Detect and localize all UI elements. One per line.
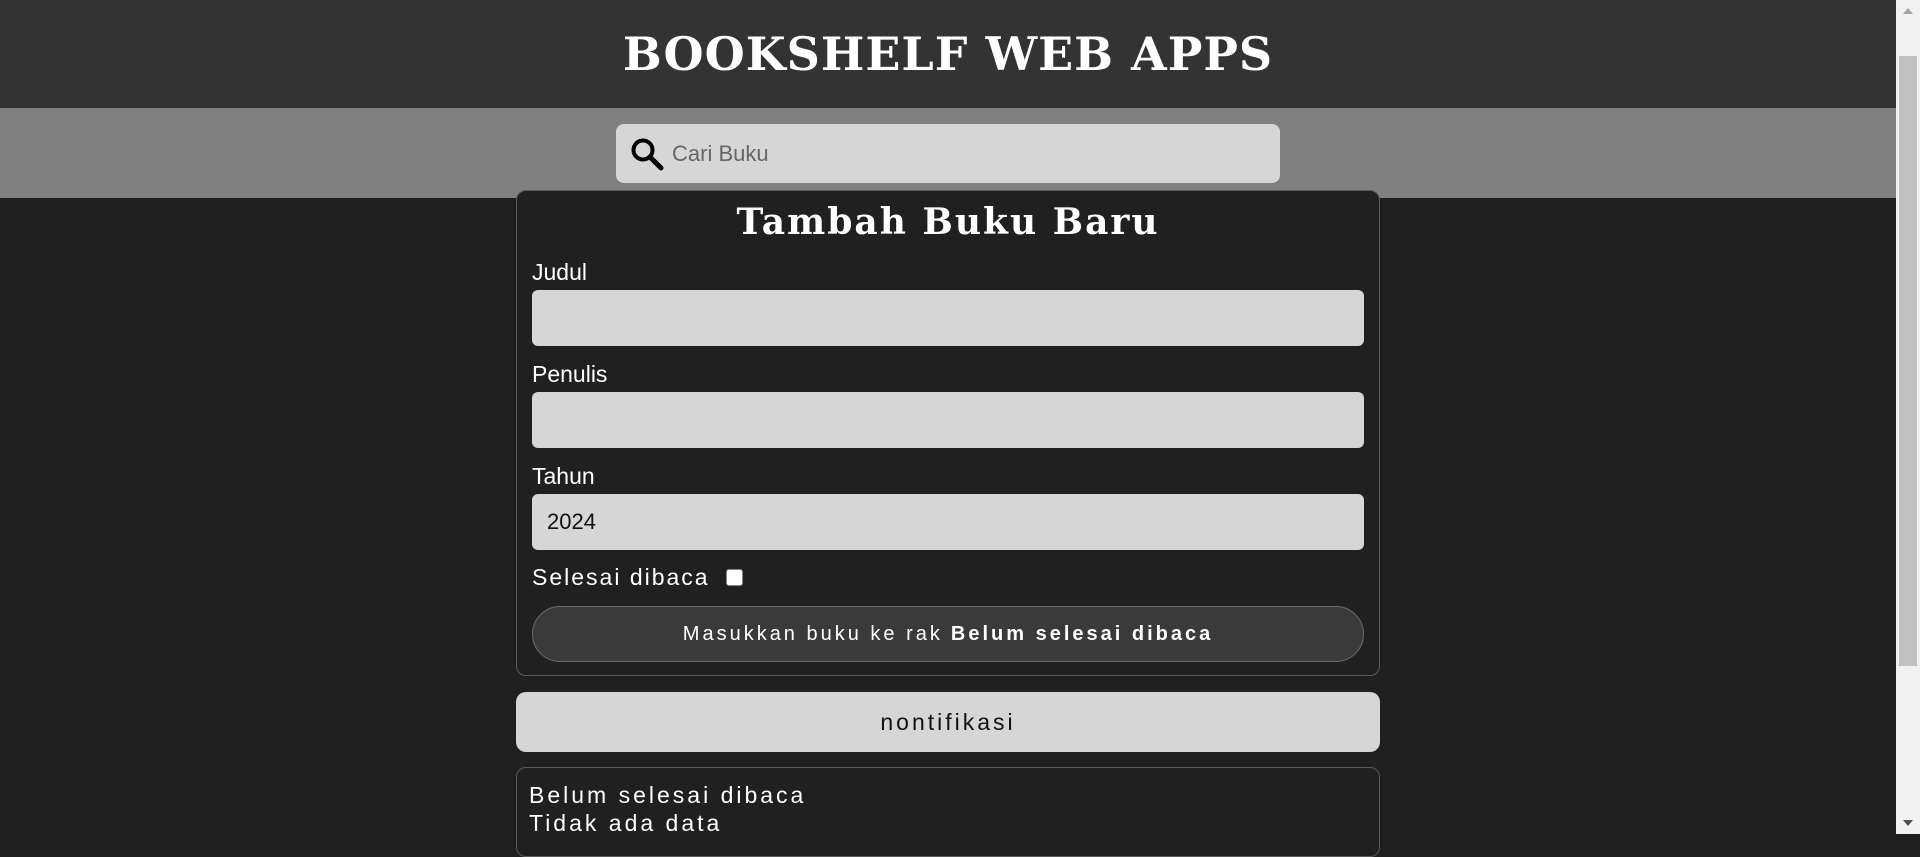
notification-label: nontifikasi (880, 708, 1016, 735)
shelf-empty-message: Tidak ada data (529, 810, 723, 836)
search-bar (0, 108, 1896, 198)
add-book-form: Tambah Buku Baru Judul Penulis Tahun Sel… (516, 190, 1380, 676)
submit-book-button[interactable]: Masukkan buku ke rak Belum selesai dibac… (532, 606, 1364, 662)
app-title: BOOKSHELF WEB APPS (622, 27, 1274, 81)
penulis-input[interactable] (532, 392, 1364, 448)
scrollbar-thumb[interactable] (1899, 56, 1917, 666)
selesai-dibaca-label: Selesai dibaca (532, 564, 710, 590)
app-header: BOOKSHELF WEB APPS (0, 0, 1896, 108)
page-scrollbar[interactable] (1896, 0, 1920, 834)
form-title: Tambah Buku Baru (736, 201, 1160, 243)
penulis-label: Penulis (532, 361, 608, 387)
selesai-dibaca-checkbox[interactable] (725, 569, 743, 586)
scroll-down-arrow-icon[interactable] (1896, 812, 1920, 834)
tahun-label: Tahun (532, 463, 595, 489)
judul-label: Judul (532, 259, 587, 285)
judul-input[interactable] (532, 290, 1364, 346)
tahun-input[interactable] (532, 494, 1364, 550)
notification-button[interactable]: nontifikasi (516, 692, 1380, 752)
search-box[interactable] (616, 124, 1280, 183)
selesai-dibaca-row: Selesai dibaca (532, 564, 743, 591)
search-icon (630, 137, 664, 171)
submit-button-prefix: Masukkan buku ke rak (682, 622, 943, 645)
unread-bookshelf: Belum selesai dibaca Tidak ada data (516, 767, 1380, 857)
submit-button-shelf-name: Belum selesai dibaca (950, 622, 1214, 645)
scroll-up-arrow-icon[interactable] (1896, 0, 1920, 22)
search-input[interactable] (670, 132, 1280, 175)
shelf-title: Belum selesai dibaca (529, 782, 807, 808)
